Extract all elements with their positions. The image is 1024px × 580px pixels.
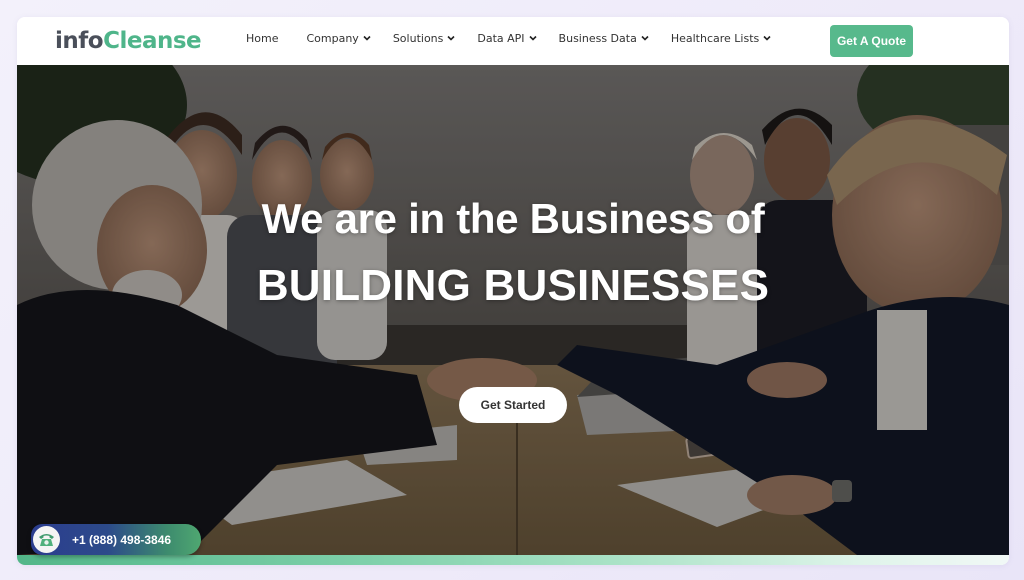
phone-call-button[interactable]: +1 (888) 498-3846 bbox=[31, 524, 201, 555]
phone-number: +1 (888) 498-3846 bbox=[72, 532, 172, 547]
get-a-quote-button[interactable]: Get A Quote bbox=[830, 25, 913, 57]
nav-item-business-data[interactable]: Business Data bbox=[559, 32, 649, 45]
nav-item-healthcare-lists[interactable]: Healthcare Lists bbox=[671, 32, 771, 45]
browser-page: infoCleanse Home Company Solutions Data … bbox=[17, 17, 1009, 565]
logo-text-cleanse: Cleanse bbox=[103, 28, 202, 54]
get-started-button[interactable]: Get Started bbox=[459, 387, 567, 423]
nav-label: Data API bbox=[477, 32, 525, 45]
chevron-down-icon bbox=[447, 35, 455, 41]
nav-label: Solutions bbox=[392, 32, 444, 45]
hero-headline-line1: We are in the Business of bbox=[261, 195, 765, 242]
nav-label: Business Data bbox=[558, 32, 637, 45]
hero-section: We are in the Business of BUILDING BUSIN… bbox=[17, 65, 1009, 555]
site-header: infoCleanse Home Company Solutions Data … bbox=[17, 17, 1009, 65]
nav-label: Home bbox=[246, 32, 279, 45]
nav-item-data-api[interactable]: Data API bbox=[477, 32, 537, 45]
telephone-icon bbox=[39, 534, 54, 546]
logo[interactable]: infoCleanse bbox=[55, 26, 202, 56]
nav-label: Healthcare Lists bbox=[670, 32, 760, 45]
main-nav: Home Company Solutions Data API Business… bbox=[246, 32, 793, 45]
chevron-down-icon bbox=[528, 35, 537, 41]
hero-headline-line2: BUILDING BUSINESSES bbox=[256, 261, 770, 310]
nav-item-solutions[interactable]: Solutions bbox=[393, 32, 456, 45]
chevron-down-icon bbox=[363, 35, 371, 41]
nav-label: Company bbox=[306, 32, 359, 45]
chevron-down-icon bbox=[641, 35, 649, 41]
logo-text-info: info bbox=[55, 28, 104, 54]
nav-item-home[interactable]: Home bbox=[246, 32, 278, 45]
bottom-accent-bar bbox=[17, 555, 1009, 565]
chevron-down-icon bbox=[763, 35, 771, 41]
nav-item-company[interactable]: Company bbox=[306, 32, 371, 45]
phone-icon-badge bbox=[33, 526, 60, 553]
